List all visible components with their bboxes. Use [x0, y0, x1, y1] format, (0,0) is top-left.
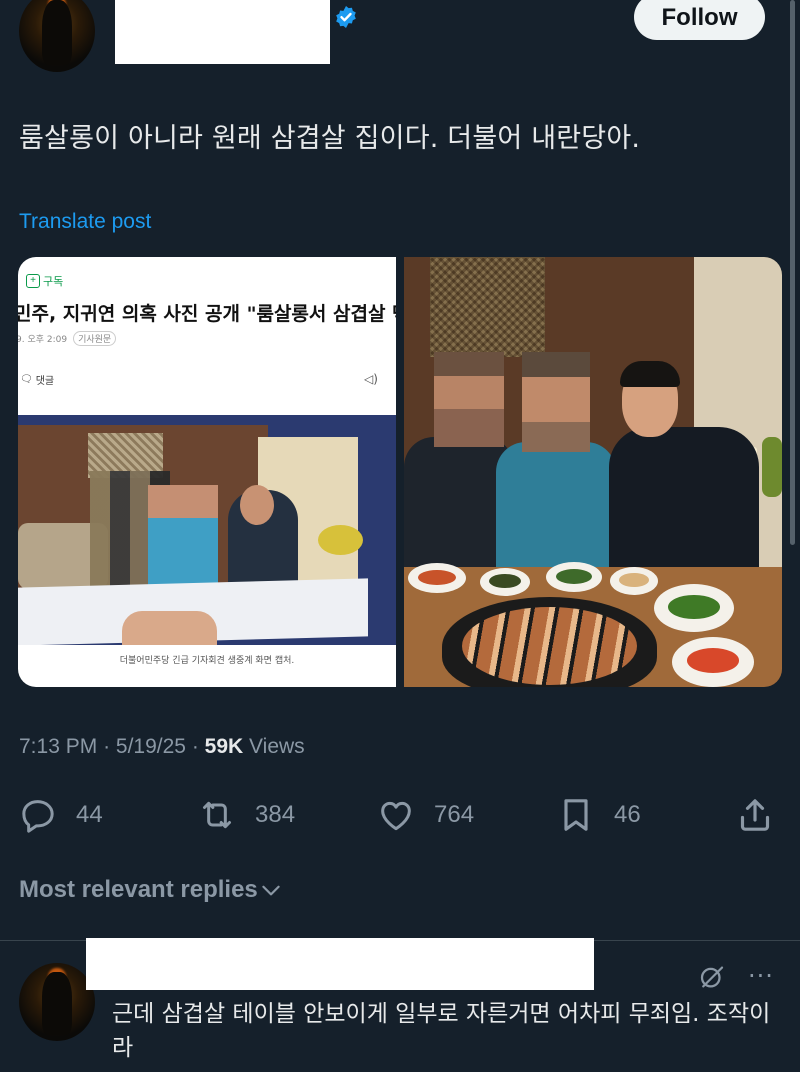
side-dish-bowl — [672, 637, 754, 687]
replies-sort-label: Most relevant replies — [19, 876, 258, 903]
replies-sort-dropdown[interactable]: Most relevant replies — [19, 876, 284, 904]
comment-bubble-icon: 🗨 — [20, 374, 33, 385]
meta-separator: · — [103, 735, 111, 758]
chevron-down-icon — [262, 885, 280, 896]
share-icon — [740, 799, 770, 831]
side-dish-bowl — [480, 568, 530, 596]
photo-flowers — [318, 525, 363, 555]
plus-icon: + — [26, 274, 40, 288]
replies-count: 44 — [76, 801, 103, 828]
avatar-figure — [41, 972, 73, 1035]
likes-count: 764 — [434, 801, 475, 828]
side-dish-bowl — [546, 562, 602, 592]
photo-person-head — [240, 485, 274, 525]
pixelated-face — [434, 352, 504, 447]
speaker-icon: ◁) — [364, 372, 378, 386]
news-meta: 9. 오후 2:09 기사원문 — [18, 331, 117, 346]
post-page: Follow 룸살롱이 아니라 원래 삼겹살 집이다. 더불어 내란당아. Tr… — [0, 0, 800, 1072]
post-text: 룸살롱이 아니라 원래 삼겹살 집이다. 더불어 내란당아. — [19, 123, 641, 154]
like-button[interactable]: 764 — [376, 794, 474, 836]
news-comment: 🗨 댓글 — [20, 372, 54, 387]
photo-person — [496, 442, 616, 567]
post-time[interactable]: 7:13 PM — [19, 735, 97, 758]
heart-icon — [381, 801, 411, 831]
reply-author-avatar[interactable] — [19, 963, 95, 1041]
reply-button[interactable]: 44 — [18, 794, 103, 836]
news-subscribe: + 구독 — [26, 273, 63, 289]
news-comment-label: 댓글 — [35, 376, 55, 387]
photo-pork-belly — [462, 607, 637, 685]
scrollbar[interactable] — [790, 0, 795, 545]
side-dish-bowl — [654, 584, 734, 632]
pixelated-face — [522, 352, 590, 452]
redacted-author-name — [115, 0, 330, 64]
news-source-tag: 기사원문 — [73, 331, 117, 346]
media-image-news-capture[interactable]: + 구독 민주, 지귀연 의혹 사진 공개 "룸살롱서 삼겹살 먹 9. 오후 … — [18, 257, 396, 687]
side-dish-bowl — [408, 563, 466, 593]
grok-icon[interactable] — [697, 962, 727, 992]
media-image-restaurant-photo[interactable] — [404, 257, 782, 687]
photo-hand — [122, 611, 217, 645]
news-subscribe-label: 구독 — [43, 276, 64, 288]
bookmarks-count: 46 — [614, 801, 641, 828]
reply-bubble-icon — [22, 800, 54, 833]
repost-button[interactable]: 384 — [197, 794, 295, 836]
views-count: 59K — [204, 735, 244, 758]
verified-badge-icon — [336, 6, 356, 28]
meta-separator: · — [191, 735, 199, 758]
bookmark-button[interactable]: 46 — [556, 794, 641, 836]
reply-text: 근데 삼겹살 테이블 안보이게 일부로 자른거면 어차피 무죄임. 조작이라 — [112, 1001, 771, 1061]
avatar-figure — [41, 0, 73, 66]
author-avatar[interactable] — [19, 0, 95, 72]
news-headline: 민주, 지귀연 의혹 사진 공개 "룸살롱서 삼겹살 먹 — [18, 303, 396, 325]
translate-post-link[interactable]: Translate post — [19, 210, 151, 234]
follow-button[interactable]: Follow — [634, 0, 765, 40]
redacted-reply-author — [86, 938, 594, 990]
bookmark-icon — [564, 799, 588, 831]
views-label: Views — [249, 735, 305, 758]
more-options-icon[interactable]: ··· — [748, 962, 774, 990]
reposts-count: 384 — [255, 801, 296, 828]
share-button[interactable] — [735, 794, 775, 836]
post-date[interactable]: 5/19/25 — [116, 735, 186, 758]
post-media-grid: + 구독 민주, 지귀연 의혹 사진 공개 "룸살롱서 삼겹살 먹 9. 오후 … — [18, 257, 782, 687]
photo-lattice — [430, 257, 545, 357]
post-meta: 7:13 PM · 5/19/25 · 59K Views — [19, 735, 305, 759]
photo-plant — [762, 437, 782, 497]
repost-icon — [203, 801, 231, 829]
photo-person — [609, 427, 759, 577]
photo-person-hair — [620, 361, 680, 387]
side-dish-bowl — [610, 567, 658, 595]
news-caption: 더불어민주당 긴급 기자회견 생중계 화면 캡처. — [119, 656, 295, 666]
pixelated-person — [148, 485, 218, 595]
news-timestamp: 9. 오후 2:09 — [18, 335, 68, 345]
news-photo — [18, 415, 396, 645]
